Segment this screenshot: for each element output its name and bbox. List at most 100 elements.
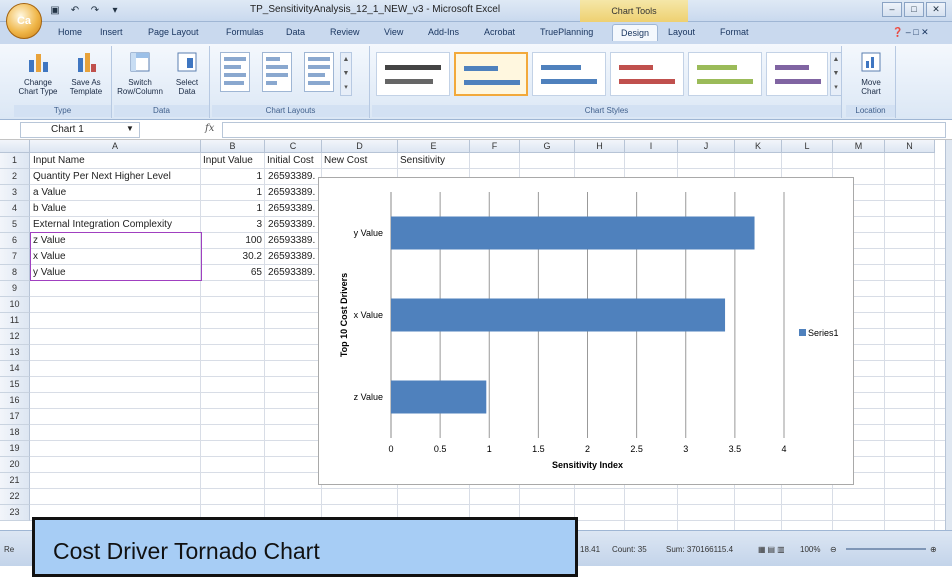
change-chart-type-button[interactable]: Change Chart Type xyxy=(18,50,58,96)
row-header-13[interactable]: 13 xyxy=(0,345,30,361)
cell-initial-cost[interactable]: 26593389. xyxy=(268,249,321,265)
cell-initial-cost[interactable]: 26593389. xyxy=(268,233,321,249)
tab-trueplanning[interactable]: TruePlanning xyxy=(540,27,593,37)
restore-icon[interactable]: □ xyxy=(904,2,924,17)
save-icon[interactable]: ▣ xyxy=(48,4,62,18)
column-header-j[interactable]: J xyxy=(678,140,735,153)
column-header-b[interactable]: B xyxy=(201,140,265,153)
row-header-14[interactable]: 14 xyxy=(0,361,30,377)
chart-style-purple[interactable] xyxy=(766,52,828,96)
cell-initial-cost[interactable]: 26593389. xyxy=(268,265,321,281)
column-header-g[interactable]: G xyxy=(520,140,575,153)
header-initial-cost[interactable]: Initial Cost xyxy=(267,153,323,169)
chart-layouts-scroll[interactable]: ▲ ▼ ▾ xyxy=(340,52,352,96)
zoom-level[interactable]: 100% xyxy=(800,545,820,554)
row-header-16[interactable]: 16 xyxy=(0,393,30,409)
tab-format[interactable]: Format xyxy=(720,27,749,37)
vertical-scrollbar[interactable] xyxy=(945,140,952,530)
tab-home[interactable]: Home xyxy=(58,27,82,37)
tornado-chart[interactable]: 0 0.5 1 1.5 2 2.5 3 3.5 4 y Value x Value z Value Se… xyxy=(318,177,854,485)
cell-input-name[interactable]: b Value xyxy=(33,201,200,217)
tab-acrobat[interactable]: Acrobat xyxy=(484,27,515,37)
column-header-i[interactable]: I xyxy=(625,140,678,153)
close-icon[interactable]: ✕ xyxy=(926,2,946,17)
tab-view[interactable]: View xyxy=(384,27,403,37)
fx-icon[interactable]: fx xyxy=(205,123,214,134)
row-header-10[interactable]: 10 xyxy=(0,297,30,313)
row-header-15[interactable]: 15 xyxy=(0,377,30,393)
move-chart-button[interactable]: Move Chart xyxy=(852,50,890,96)
row-header-4[interactable]: 4 xyxy=(0,201,30,217)
chart-style-gray[interactable] xyxy=(376,52,450,96)
column-header-n[interactable]: N xyxy=(885,140,935,153)
row-header-1[interactable]: 1 xyxy=(0,153,30,169)
column-header-f[interactable]: F xyxy=(470,140,520,153)
cell-input-value[interactable]: 3 xyxy=(201,217,262,233)
chart-style-blue[interactable] xyxy=(532,52,606,96)
save-as-template-button[interactable]: Save As Template xyxy=(64,50,108,96)
column-header-m[interactable]: M xyxy=(833,140,885,153)
office-button[interactable]: Ca xyxy=(6,3,42,39)
row-header-8[interactable]: 8 xyxy=(0,265,30,281)
column-header-k[interactable]: K xyxy=(735,140,782,153)
chart-style-red[interactable] xyxy=(610,52,684,96)
row-header-3[interactable]: 3 xyxy=(0,185,30,201)
row-header-21[interactable]: 21 xyxy=(0,473,30,489)
column-header-l[interactable]: L xyxy=(782,140,833,153)
row-header-18[interactable]: 18 xyxy=(0,425,30,441)
row-header-19[interactable]: 19 xyxy=(0,441,30,457)
cell-initial-cost[interactable]: 26593389. xyxy=(268,185,321,201)
tab-data[interactable]: Data xyxy=(286,27,305,37)
tab-page-layout[interactable]: Page Layout xyxy=(148,27,199,37)
select-data-button[interactable]: Select Data xyxy=(168,50,206,96)
column-header-d[interactable]: D xyxy=(322,140,398,153)
cell-input-name[interactable]: Quantity Per Next Higher Level xyxy=(33,169,200,185)
customize-qat-icon[interactable]: ▾ xyxy=(108,4,122,18)
chart-style-green[interactable] xyxy=(688,52,762,96)
tab-add-ins[interactable]: Add-Ins xyxy=(428,27,459,37)
cell-input-value[interactable]: 1 xyxy=(201,169,262,185)
row-header-6[interactable]: 6 xyxy=(0,233,30,249)
switch-row-column-button[interactable]: Switch Row/Column xyxy=(116,50,164,96)
cell-initial-cost[interactable]: 26593389. xyxy=(268,217,321,233)
header-new-cost[interactable]: New Cost xyxy=(324,153,398,169)
zoom-slider[interactable] xyxy=(846,548,926,550)
row-header-7[interactable]: 7 xyxy=(0,249,30,265)
formula-input[interactable] xyxy=(222,122,946,138)
row-header-12[interactable]: 12 xyxy=(0,329,30,345)
chart-styles-scroll[interactable]: ▲ ▼ ▾ xyxy=(830,52,842,96)
tab-formulas[interactable]: Formulas xyxy=(226,27,264,37)
tab-insert[interactable]: Insert xyxy=(100,27,123,37)
undo-icon[interactable]: ↶ xyxy=(68,4,82,18)
cell-initial-cost[interactable]: 26593389. xyxy=(268,201,321,217)
row-header-22[interactable]: 22 xyxy=(0,489,30,505)
row-header-5[interactable]: 5 xyxy=(0,217,30,233)
cell-input-value[interactable]: 1 xyxy=(201,185,262,201)
column-header-e[interactable]: E xyxy=(398,140,470,153)
row-header-23[interactable]: 23 xyxy=(0,505,30,521)
header-input-name[interactable]: Input Name xyxy=(33,153,198,169)
chart-layout-2[interactable] xyxy=(262,52,292,92)
view-buttons-icon[interactable]: ▦▤▥ xyxy=(758,545,787,554)
tab-review[interactable]: Review xyxy=(330,27,360,37)
cell-input-value[interactable]: 30.2 xyxy=(201,249,262,265)
chart-style-blue-selected[interactable] xyxy=(454,52,528,96)
cell-input-value[interactable]: 1 xyxy=(201,201,262,217)
cell-input-name[interactable]: External Integration Complexity xyxy=(33,217,200,233)
chart-layout-1[interactable] xyxy=(220,52,250,92)
help-icon[interactable]: ❓ – □ ✕ xyxy=(892,27,929,38)
zoom-out-icon[interactable]: ⊖ xyxy=(830,545,837,554)
header-sensitivity[interactable]: Sensitivity xyxy=(400,153,470,169)
column-header-h[interactable]: H xyxy=(575,140,625,153)
row-header-20[interactable]: 20 xyxy=(0,457,30,473)
column-header-c[interactable]: C xyxy=(265,140,322,153)
tab-design[interactable]: Design xyxy=(612,24,659,41)
column-header-a[interactable]: A xyxy=(30,140,201,153)
minimize-icon[interactable]: – xyxy=(882,2,902,17)
chart-layout-3[interactable] xyxy=(304,52,334,92)
cell-input-name[interactable]: a Value xyxy=(33,185,200,201)
cell-input-value[interactable]: 100 xyxy=(201,233,262,249)
row-header-11[interactable]: 11 xyxy=(0,313,30,329)
cell-initial-cost[interactable]: 26593389. xyxy=(268,169,321,185)
row-header-17[interactable]: 17 xyxy=(0,409,30,425)
